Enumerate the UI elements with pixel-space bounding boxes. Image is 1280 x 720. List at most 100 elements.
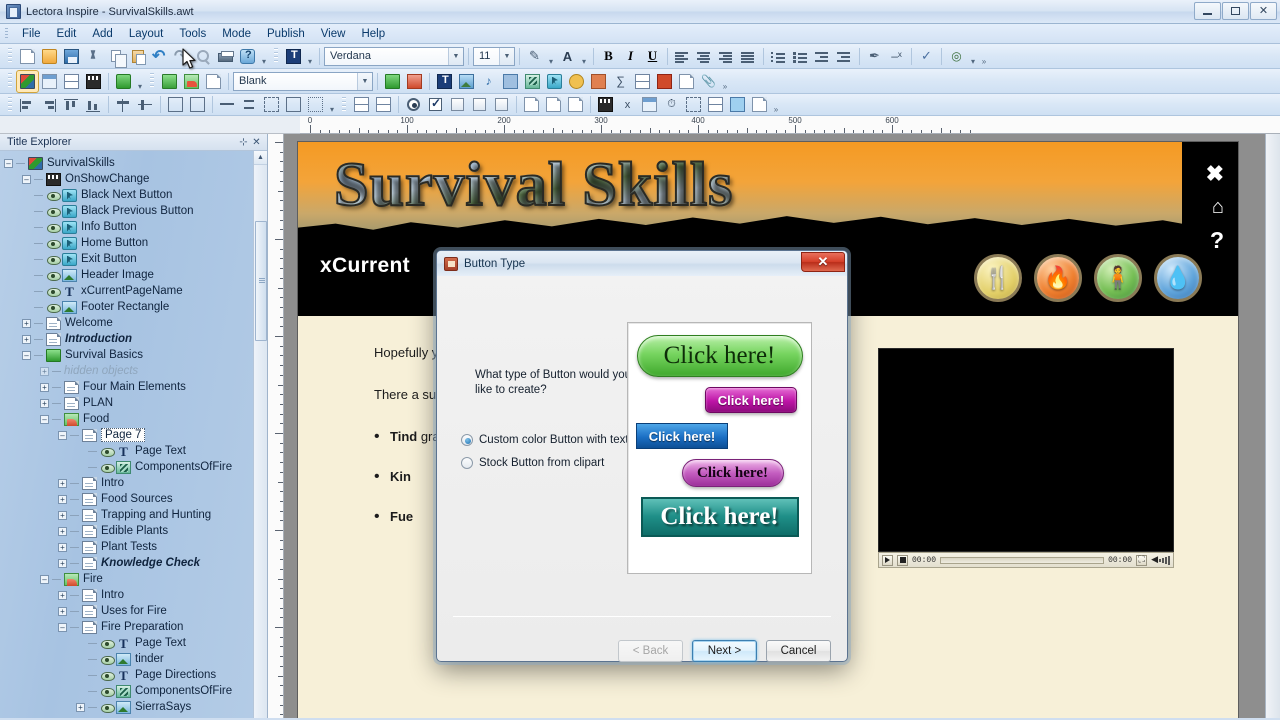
ungroup-button[interactable] — [283, 94, 304, 115]
next-button[interactable]: Next > — [692, 640, 757, 662]
insert-table-button[interactable] — [351, 94, 372, 115]
visibility-eye-icon[interactable] — [46, 222, 61, 233]
add-video-button[interactable] — [500, 71, 521, 92]
visibility-eye-icon[interactable] — [100, 654, 115, 665]
center-horizontal-button[interactable] — [113, 94, 134, 115]
add-text-block-button[interactable] — [434, 71, 455, 92]
close-button[interactable]: ✕ — [1250, 2, 1277, 20]
text-tool-dropdown[interactable]: ▾ — [305, 46, 315, 67]
visibility-eye-icon[interactable] — [46, 206, 61, 217]
tree-item[interactable]: T Page Text — [0, 635, 267, 651]
canvas-vertical-scrollbar[interactable] — [1265, 134, 1280, 718]
tree-item[interactable]: Home Button — [0, 235, 267, 251]
numbered-list-button[interactable] — [768, 46, 789, 67]
dialog-close-button[interactable]: ✕ — [801, 252, 845, 272]
tree-item[interactable]: + Edible Plants — [0, 523, 267, 539]
find-button[interactable] — [193, 46, 214, 67]
shelter-category-icon[interactable]: 🧍 — [1094, 254, 1142, 302]
visibility-eye-icon[interactable] — [100, 702, 115, 713]
add-document-button[interactable] — [676, 71, 697, 92]
bulleted-list-button[interactable] — [790, 46, 811, 67]
collapse-toggle-icon[interactable]: – — [40, 414, 49, 424]
visibility-eye-icon[interactable] — [100, 638, 115, 649]
help-balloon-button[interactable] — [237, 46, 258, 67]
add-button-button[interactable] — [544, 71, 565, 92]
survey-tool[interactable] — [565, 94, 586, 115]
undo-button[interactable] — [149, 46, 170, 67]
add-section-button[interactable] — [181, 71, 202, 92]
expand-toggle-icon[interactable]: + — [76, 702, 85, 712]
tree-item[interactable]: – Food — [0, 411, 267, 427]
toolbar-grip-6[interactable] — [342, 96, 346, 113]
toolbar3-overflow[interactable]: ▾ — [327, 94, 337, 115]
same-height-button[interactable] — [187, 94, 208, 115]
tree-item[interactable]: Exit Button — [0, 251, 267, 267]
menu-item-layout[interactable]: Layout — [121, 26, 172, 42]
pencil-color-dropdown[interactable]: ▾ — [546, 46, 556, 67]
tree-item[interactable]: + Knowledge Check — [0, 555, 267, 571]
expand-toggle-icon[interactable]: + — [58, 558, 67, 568]
increase-indent-button[interactable] — [834, 46, 855, 67]
visibility-eye-icon[interactable] — [46, 254, 61, 265]
tree-item[interactable]: + Food Sources — [0, 491, 267, 507]
visibility-eye-icon[interactable] — [100, 670, 115, 681]
close-icon[interactable]: ✖ — [1206, 163, 1224, 185]
cut-button[interactable] — [83, 46, 104, 67]
save-button[interactable] — [61, 46, 82, 67]
tree-item[interactable]: + Introduction — [0, 331, 267, 347]
align-objects-bottom-button[interactable] — [83, 94, 104, 115]
tree-item[interactable]: – OnShowChange — [0, 171, 267, 187]
add-animation-button[interactable] — [522, 71, 543, 92]
align-right-button[interactable] — [716, 46, 737, 67]
chevron-down-icon[interactable]: ▼ — [499, 47, 514, 65]
tree-item[interactable]: + Trapping and Hunting — [0, 507, 267, 523]
tree-item[interactable]: + Welcome — [0, 315, 267, 331]
expand-toggle-icon[interactable]: + — [58, 526, 67, 536]
expand-toggle-icon[interactable]: + — [58, 590, 67, 600]
tree-item[interactable]: Black Next Button — [0, 187, 267, 203]
tree-item[interactable]: TxCurrentPageName — [0, 283, 267, 299]
tree-item[interactable]: + Intro — [0, 587, 267, 603]
visibility-eye-icon[interactable] — [100, 686, 115, 697]
maximize-button[interactable] — [1222, 2, 1249, 20]
align-objects-top-button[interactable] — [61, 94, 82, 115]
variable-tool[interactable]: x — [617, 94, 638, 115]
toolbar-grip-3[interactable] — [8, 73, 12, 89]
add-equation-button[interactable]: ∑ — [610, 71, 631, 92]
publish-dropdown[interactable]: ▾ — [135, 71, 145, 92]
tree-item[interactable]: ComponentsOfFire — [0, 459, 267, 475]
tree-item[interactable]: + SierraSays — [0, 699, 267, 715]
tree-item[interactable]: tinder — [0, 651, 267, 667]
publish-button[interactable] — [113, 71, 134, 92]
italic-button[interactable]: I — [620, 46, 641, 67]
menu-item-file[interactable]: File — [14, 26, 49, 42]
menu-item-mode[interactable]: Mode — [214, 26, 259, 42]
explorer-scrollbar[interactable]: ▲ — [253, 151, 267, 718]
tree-item[interactable]: + hidden objects — [0, 363, 267, 379]
tree-item[interactable]: Header Image — [0, 267, 267, 283]
insert-form-button[interactable] — [373, 94, 394, 115]
scrollbar-thumb[interactable] — [255, 221, 267, 341]
menu-tool[interactable] — [705, 94, 726, 115]
action-tool[interactable] — [595, 94, 616, 115]
food-category-icon[interactable]: 🍴 — [974, 254, 1022, 302]
minimize-button[interactable] — [1194, 2, 1221, 20]
align-left-button[interactable] — [672, 46, 693, 67]
collapse-toggle-icon[interactable]: – — [22, 174, 31, 184]
spellcheck-button[interactable]: ✓ — [916, 46, 937, 67]
close-icon[interactable]: ✕ — [250, 137, 263, 148]
video-player[interactable] — [878, 348, 1174, 552]
test-tool[interactable] — [543, 94, 564, 115]
hyperlink-dropdown[interactable]: ▾ — [968, 46, 978, 67]
highlighter-button[interactable]: ✒ — [864, 46, 885, 67]
tree-item[interactable]: – Survival Basics — [0, 347, 267, 363]
chevron-down-icon[interactable]: ▼ — [357, 72, 372, 90]
space-horizontal-button[interactable] — [217, 94, 238, 115]
center-vertical-button[interactable] — [135, 94, 156, 115]
font-name-combo[interactable]: Verdana ▼ — [324, 46, 464, 66]
tree-item[interactable]: + Uses for Fire — [0, 603, 267, 619]
align-center-button[interactable] — [694, 46, 715, 67]
tree-item[interactable]: – Fire — [0, 571, 267, 587]
expand-toggle-icon[interactable]: + — [58, 510, 67, 520]
tree-item[interactable]: + PLAN — [0, 395, 267, 411]
